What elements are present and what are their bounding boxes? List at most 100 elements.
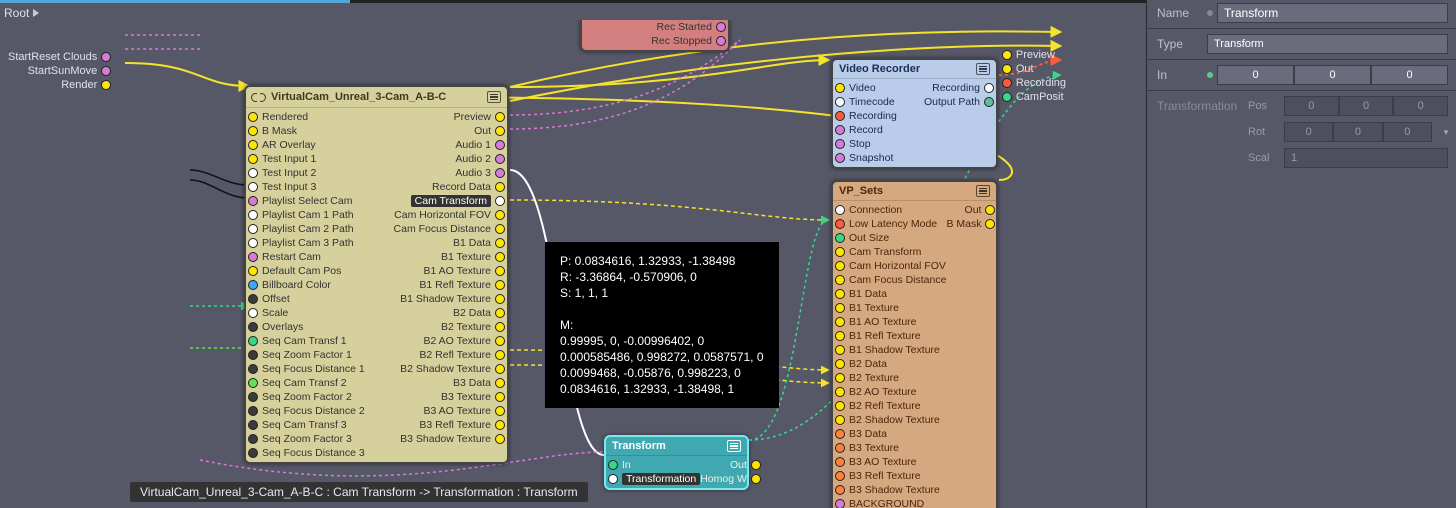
port-dot[interactable] <box>835 317 845 327</box>
node-canvas[interactable]: StartReset CloudsStartSunMoveRender Rec … <box>0 20 1146 508</box>
port-dot[interactable] <box>835 233 845 243</box>
in-vector[interactable]: 0 0 0 <box>1217 65 1448 85</box>
name-input[interactable] <box>1217 3 1448 23</box>
hamburger-icon[interactable] <box>727 440 741 452</box>
port-dot[interactable] <box>495 182 505 192</box>
port-dot[interactable] <box>248 350 258 360</box>
port-dot[interactable] <box>248 280 258 290</box>
port-dot[interactable] <box>835 111 845 121</box>
in-y[interactable]: 0 <box>1294 65 1371 85</box>
port-dot[interactable] <box>835 331 845 341</box>
port-dot[interactable] <box>835 247 845 257</box>
port-dot[interactable] <box>495 210 505 220</box>
port-dot[interactable] <box>835 471 845 481</box>
port-dot[interactable] <box>751 474 761 484</box>
port-dot[interactable] <box>985 219 995 229</box>
port-dot[interactable] <box>835 83 845 93</box>
port-dot[interactable] <box>495 154 505 164</box>
port-dot[interactable] <box>835 139 845 149</box>
port-dot[interactable] <box>835 415 845 425</box>
port-dot[interactable] <box>835 387 845 397</box>
port-dot[interactable] <box>835 443 845 453</box>
port-dot[interactable] <box>495 406 505 416</box>
port-dot[interactable] <box>835 125 845 135</box>
port-dot[interactable] <box>1002 78 1012 88</box>
port-dot[interactable] <box>248 126 258 136</box>
port-dot[interactable] <box>835 429 845 439</box>
port-dot[interactable] <box>248 406 258 416</box>
port-dot[interactable] <box>835 457 845 467</box>
port-dot[interactable] <box>248 336 258 346</box>
port-dot[interactable] <box>248 322 258 332</box>
port-dot[interactable] <box>495 392 505 402</box>
breadcrumb[interactable]: Root <box>4 6 39 20</box>
port-dot[interactable] <box>248 364 258 374</box>
port-dot[interactable] <box>495 378 505 388</box>
port-dot[interactable] <box>248 392 258 402</box>
port-dot[interactable] <box>835 289 845 299</box>
port-dot[interactable] <box>495 252 505 262</box>
port-dot[interactable] <box>248 420 258 430</box>
port-dot[interactable] <box>495 364 505 374</box>
node-transform[interactable]: Transform InTransformation OutHomog W <box>604 435 749 490</box>
port-dot[interactable] <box>248 112 258 122</box>
port-dot[interactable] <box>716 36 726 46</box>
port-dot[interactable] <box>835 261 845 271</box>
port-dot[interactable] <box>835 303 845 313</box>
node-video-recorder[interactable]: Video Recorder VideoTimecodeRecordingRec… <box>831 58 998 169</box>
port-dot[interactable] <box>248 378 258 388</box>
port-dot[interactable] <box>495 168 505 178</box>
port-dot[interactable] <box>835 219 845 229</box>
port-dot[interactable] <box>101 80 111 90</box>
port-dot[interactable] <box>1002 50 1012 60</box>
port-dot[interactable] <box>248 252 258 262</box>
port-dot[interactable] <box>248 434 258 444</box>
port-dot[interactable] <box>835 345 845 355</box>
port-dot[interactable] <box>495 112 505 122</box>
port-dot[interactable] <box>101 52 111 62</box>
hamburger-icon[interactable] <box>976 63 990 75</box>
port-dot[interactable] <box>495 238 505 248</box>
port-dot[interactable] <box>101 66 111 76</box>
port-dot[interactable] <box>495 280 505 290</box>
port-dot[interactable] <box>495 140 505 150</box>
port-dot[interactable] <box>248 182 258 192</box>
port-dot[interactable] <box>248 294 258 304</box>
port-dot[interactable] <box>248 308 258 318</box>
in-x[interactable]: 0 <box>1217 65 1294 85</box>
chevron-down-icon[interactable]: ▾ <box>1440 127 1452 138</box>
port-dot[interactable] <box>248 238 258 248</box>
port-dot[interactable] <box>984 97 994 107</box>
port-dot[interactable] <box>495 322 505 332</box>
port-dot[interactable] <box>835 97 845 107</box>
port-dot[interactable] <box>495 420 505 430</box>
port-dot[interactable] <box>248 210 258 220</box>
port-dot[interactable] <box>495 196 505 206</box>
port-dot[interactable] <box>835 499 845 508</box>
port-dot[interactable] <box>835 359 845 369</box>
port-dot[interactable] <box>495 336 505 346</box>
port-dot[interactable] <box>1002 92 1012 102</box>
port-dot[interactable] <box>495 434 505 444</box>
port-dot[interactable] <box>608 474 618 484</box>
hamburger-icon[interactable] <box>976 185 990 197</box>
port-dot[interactable] <box>835 485 845 495</box>
port-dot[interactable] <box>248 140 258 150</box>
port-dot[interactable] <box>751 460 761 470</box>
port-dot[interactable] <box>495 266 505 276</box>
port-dot[interactable] <box>248 448 258 458</box>
port-dot[interactable] <box>248 154 258 164</box>
port-dot[interactable] <box>495 126 505 136</box>
port-dot[interactable] <box>248 168 258 178</box>
node-vp-sets[interactable]: VP_Sets ConnectionLow Latency ModeOut Si… <box>831 180 998 508</box>
port-dot[interactable] <box>835 401 845 411</box>
port-dot[interactable] <box>835 373 845 383</box>
port-dot[interactable] <box>835 205 845 215</box>
port-dot[interactable] <box>495 308 505 318</box>
port-dot[interactable] <box>608 460 618 470</box>
port-dot[interactable] <box>248 266 258 276</box>
port-dot[interactable] <box>248 196 258 206</box>
port-dot[interactable] <box>495 350 505 360</box>
port-dot[interactable] <box>495 294 505 304</box>
port-dot[interactable] <box>984 83 994 93</box>
